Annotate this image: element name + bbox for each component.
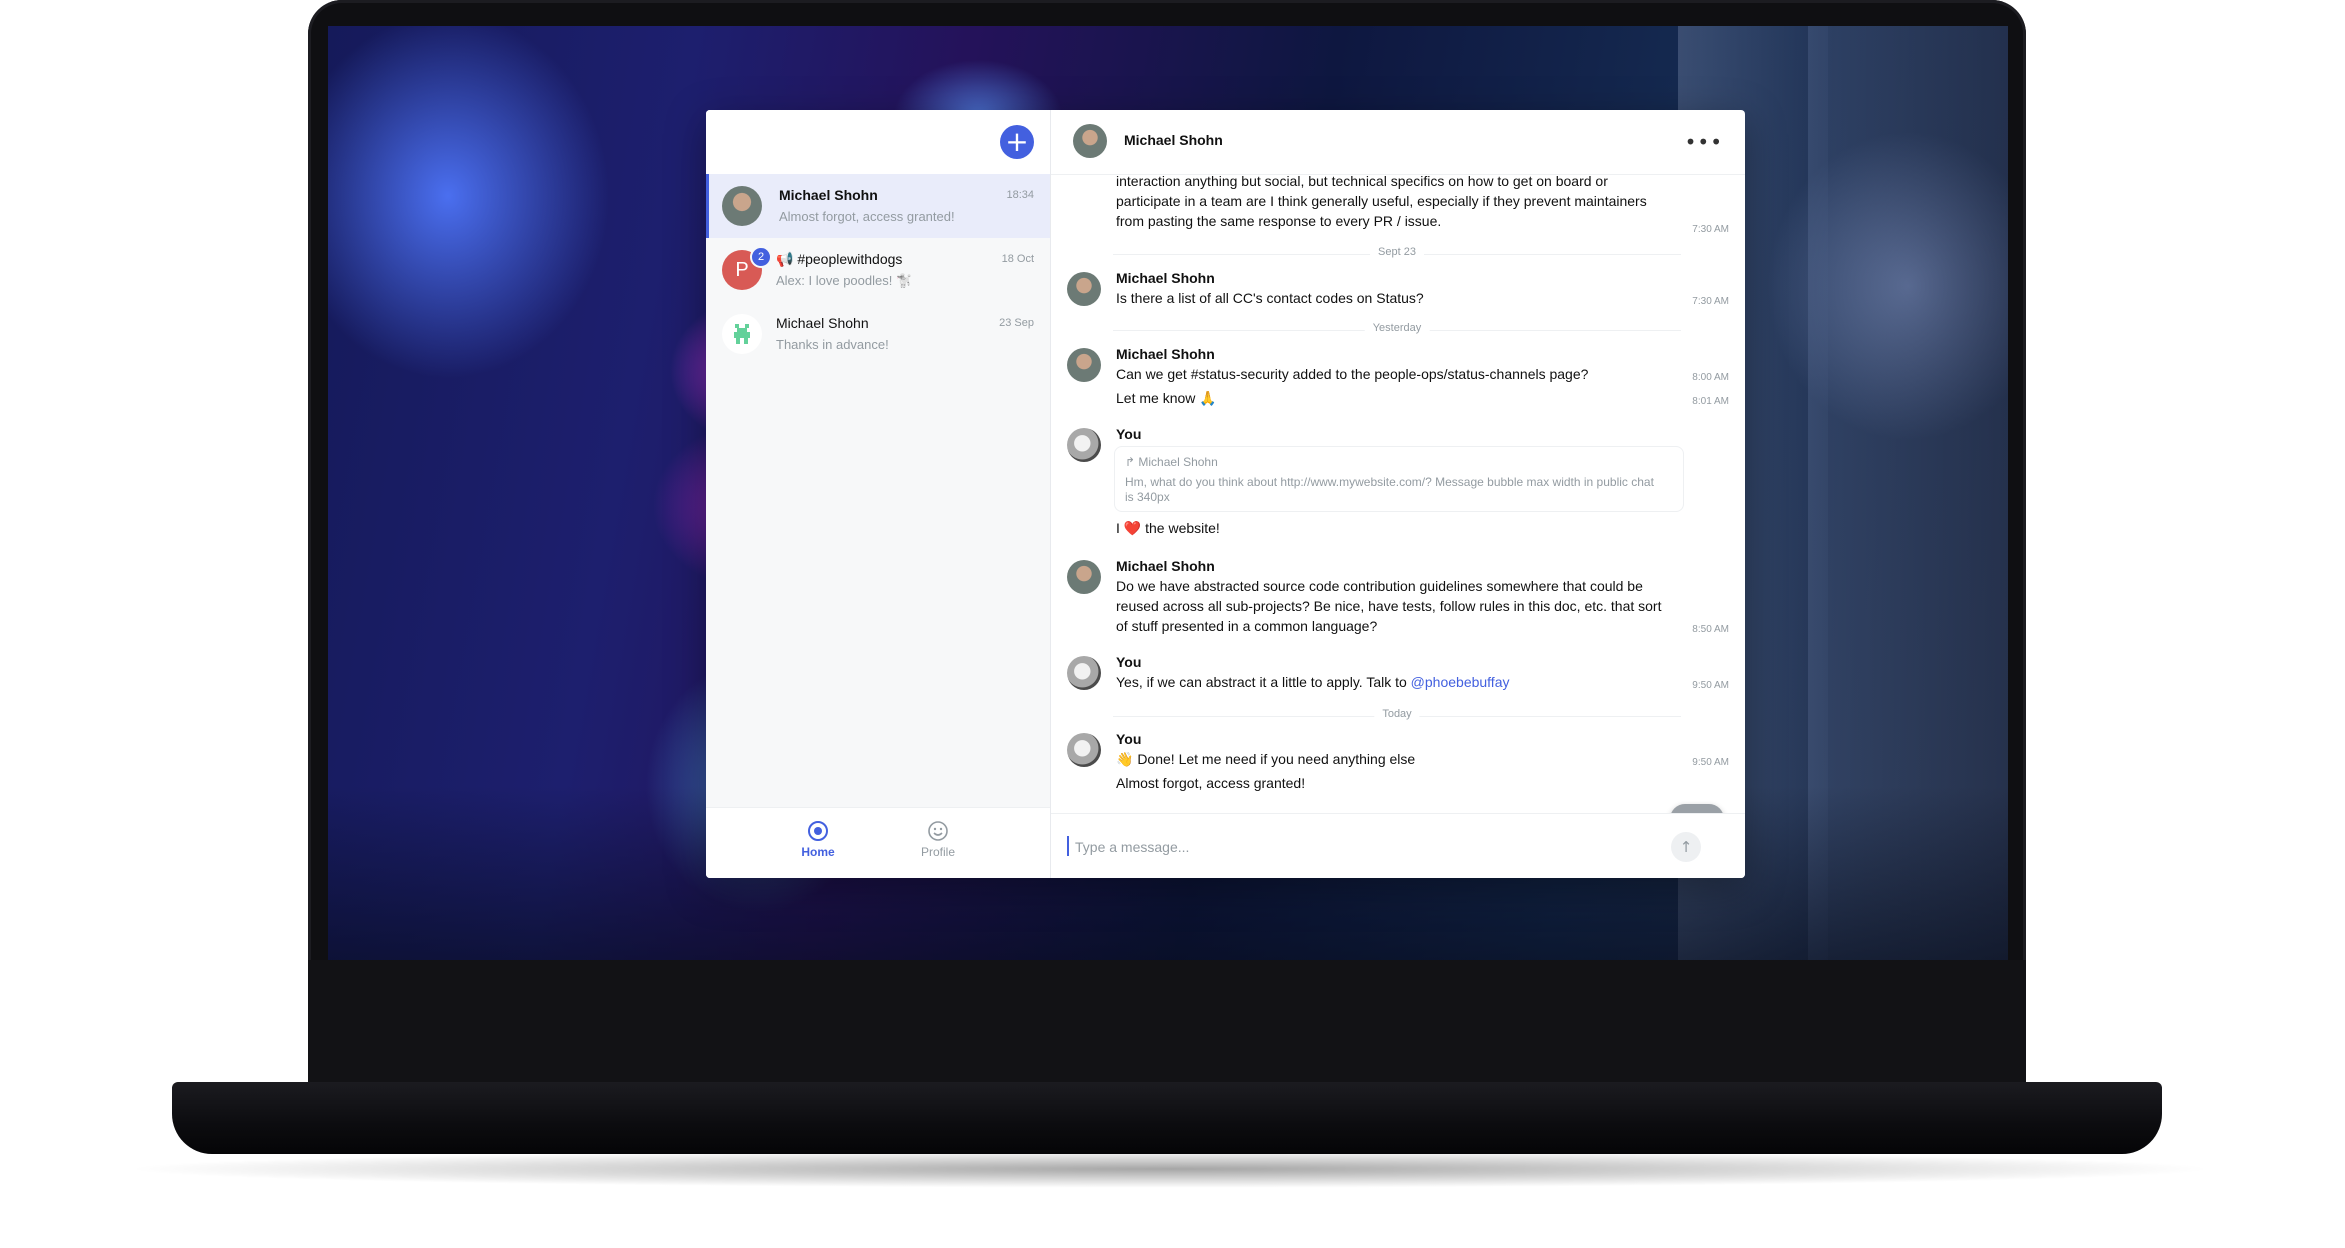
tab-home[interactable]: Home [778,820,858,859]
date-separator-label: Today [1374,708,1420,720]
avatar[interactable] [1073,124,1107,158]
message-time: 7:30 AM [1692,296,1729,307]
sidebar-header: + [706,110,1050,174]
message-time: 9:50 AM [1692,680,1729,691]
avatar[interactable] [1067,348,1101,382]
message-author: You [1116,654,1142,670]
date-separator: Today [1113,708,1681,720]
tab-profile-label: Profile [920,845,955,859]
message-text-part: I [1116,520,1124,536]
date-separator-label: Sept 23 [1370,246,1424,258]
conversation-header: Michael Shohn ••• [1051,110,1745,175]
bottom-navigation: Home Profile [706,807,1050,878]
avatar[interactable] [1067,428,1101,462]
message-text: 👋 Done! Let me need if you need anything… [1116,751,1416,767]
laptop-shadow [120,1150,2220,1188]
message-text: Can we get #status-security added to the… [1116,366,1589,382]
message-author: You [1116,426,1142,442]
date-separator: Sept 23 [1113,246,1681,258]
message-author: Michael Shohn [1116,270,1215,286]
more-options-button[interactable]: ••• [1685,130,1723,154]
avatar[interactable] [1067,656,1101,690]
smiley-icon [928,821,948,841]
message-time: 8:01 AM [1692,396,1729,407]
message-time: 8:00 AM [1692,372,1729,383]
message-composer: ↑ [1051,813,1745,878]
chat-name: Michael Shohn [776,315,869,331]
chat-app-window: + Michael Shohn Almost forgot, access gr… [706,110,1745,878]
mention-link[interactable]: @phoebebuffay [1411,674,1510,690]
reply-quote[interactable]: ↱ Michael Shohn Hm, what do you think ab… [1114,446,1684,512]
message-time: 7:30 AM [1692,224,1729,235]
new-chat-button[interactable]: + [1000,125,1034,159]
quote-text: Hm, what do you think about http://www.m… [1125,475,1654,504]
tab-home-label: Home [801,845,835,859]
home-icon [808,821,828,841]
laptop-base [172,1082,2162,1154]
tab-profile[interactable]: Profile [898,820,978,859]
chat-list-item[interactable]: Michael Shohn Thanks in advance! 23 Sep [706,302,1050,366]
avatar [722,186,762,226]
date-separator: Yesterday [1113,322,1681,334]
message-time: 8:50 AM [1692,624,1729,635]
chat-preview: Alex: I love poodles! 🐩 [776,273,913,288]
conversation-title: Michael Shohn [1124,132,1223,148]
unread-badge: 2 [750,246,772,268]
text-caret [1067,836,1069,856]
chat-list-item[interactable]: P 2 📢 #peoplewithdogs Alex: I love poodl… [706,238,1050,302]
chat-time: 18:34 [1006,189,1034,201]
message-list[interactable]: interaction anything but social, but tec… [1051,174,1745,814]
date-separator-label: Yesterday [1364,322,1430,334]
message-text-part: the website! [1141,520,1220,536]
send-button[interactable]: ↑ [1671,832,1701,862]
message-text: Yes, if we can abstract it a little to a… [1116,672,1676,692]
chat-time: 18 Oct [1001,253,1034,265]
message-text: interaction anything but social, but tec… [1116,174,1647,229]
robot-avatar-icon [722,314,762,354]
message-text: Let me know 🙏 [1116,390,1217,406]
message-text: Is there a list of all CC's contact code… [1116,290,1424,306]
message-author: Michael Shohn [1116,346,1215,362]
chat-list-sidebar: + Michael Shohn Almost forgot, access gr… [706,110,1051,878]
message-text: I ❤️ the website! [1116,518,1676,538]
message-input[interactable] [1073,832,1637,862]
chat-list-item[interactable]: Michael Shohn Almost forgot, access gran… [706,174,1050,238]
message-author: You [1116,731,1142,747]
conversation-pane: Michael Shohn ••• interaction anything b… [1051,110,1745,878]
message-text: Almost forgot, access granted! [1116,775,1306,791]
avatar[interactable] [1067,560,1101,594]
chat-preview: Thanks in advance! [776,337,889,352]
message-time: 9:50 AM [1692,757,1729,768]
message-author: Michael Shohn [1116,558,1215,574]
chat-name: Michael Shohn [779,187,878,203]
chat-preview: Almost forgot, access granted! [779,209,955,224]
chat-time: 23 Sep [999,317,1034,329]
laptop-bezel [308,960,2026,1090]
chat-name: 📢 #peoplewithdogs [776,251,903,267]
avatar[interactable] [1067,272,1101,306]
heart-emoji: ❤️ [1123,520,1142,536]
message-text-part: Yes, if we can abstract it a little to a… [1116,674,1411,690]
quote-author: ↱ Michael Shohn [1125,455,1218,469]
avatar[interactable] [1067,733,1101,767]
message-text: Do we have abstracted source code contri… [1116,578,1662,634]
